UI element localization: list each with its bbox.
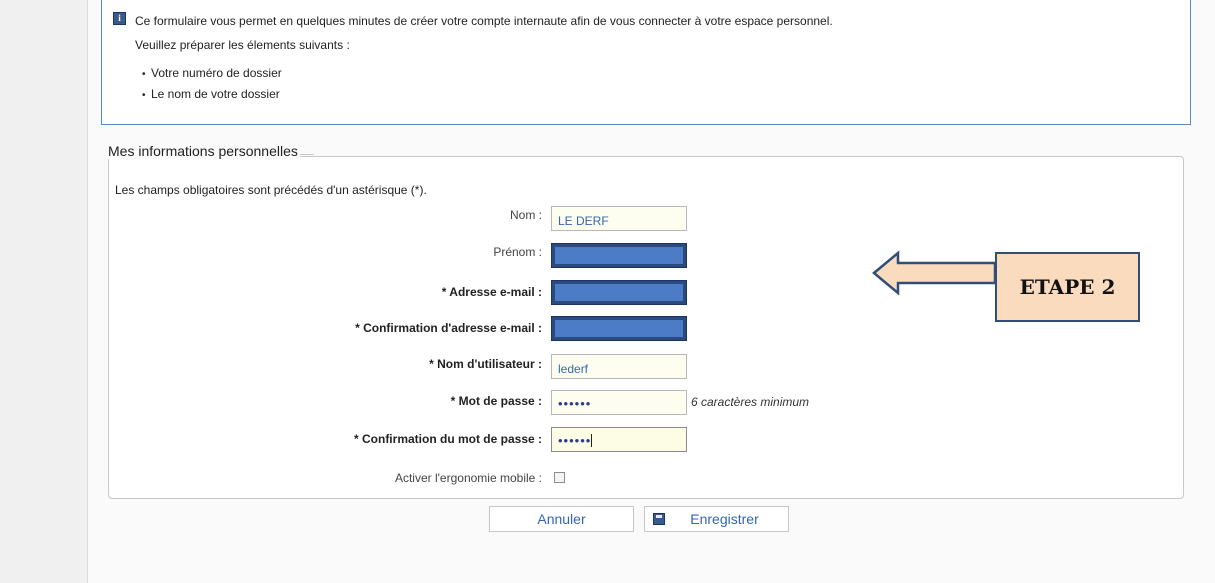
- username-field[interactable]: lederf: [551, 354, 687, 379]
- left-gutter: [0, 0, 88, 583]
- prenom-label: Prénom :: [493, 245, 542, 259]
- password-hint: 6 caractères minimum: [691, 395, 810, 409]
- redacted-value: [555, 320, 683, 337]
- save-button-label: Enregistrer: [690, 511, 759, 527]
- password-confirm-field[interactable]: ••••••: [551, 427, 687, 452]
- email-confirm-label: * Confirmation d'adresse e-mail :: [355, 321, 542, 335]
- email-field[interactable]: [551, 280, 687, 305]
- bullet-icon: •: [142, 90, 146, 101]
- info-icon: i: [113, 12, 126, 25]
- info-panel: i Ce formulaire vous permet en quelques …: [101, 0, 1191, 125]
- info-list: • Votre numéro de dossier • Le nom de votr…: [142, 66, 282, 108]
- info-prepare-text: Veuillez préparer les élements suivants …: [135, 38, 350, 52]
- nom-label: Nom :: [509, 208, 542, 222]
- section-legend: Mes informations personnelles: [108, 143, 300, 159]
- bullet-icon: •: [142, 69, 146, 80]
- redacted-value: [555, 247, 683, 264]
- list-item: • Votre numéro de dossier: [142, 66, 282, 80]
- cancel-button[interactable]: Annuler: [489, 506, 634, 532]
- text-caret: [591, 434, 593, 447]
- prenom-field[interactable]: [551, 243, 687, 268]
- email-label: * Adresse e-mail :: [441, 285, 542, 299]
- mobile-checkbox[interactable]: [554, 472, 565, 483]
- mobile-label: Activer l'ergonomie mobile :: [394, 471, 542, 485]
- email-confirm-field[interactable]: [551, 316, 687, 341]
- save-button[interactable]: Enregistrer: [644, 506, 789, 532]
- etape-callout: ETAPE 2: [995, 252, 1140, 322]
- password-confirm-value: ••••••: [558, 433, 592, 448]
- left-arrow-icon: [872, 250, 996, 296]
- redacted-value: [555, 284, 683, 301]
- required-note: Les champs obligatoires sont précédés d'…: [115, 183, 427, 197]
- list-item: • Le nom de votre dossier: [142, 87, 280, 101]
- username-label: * Nom d'utilisateur :: [429, 357, 542, 371]
- password-field[interactable]: ••••••: [551, 390, 687, 415]
- info-intro-text: Ce formulaire vous permet en quelques mi…: [135, 14, 833, 28]
- floppy-disk-icon: [653, 513, 665, 525]
- password-confirm-label: * Confirmation du mot de passe :: [353, 432, 542, 446]
- nom-field[interactable]: LE DERF: [551, 206, 687, 231]
- password-label: * Mot de passe :: [450, 394, 542, 408]
